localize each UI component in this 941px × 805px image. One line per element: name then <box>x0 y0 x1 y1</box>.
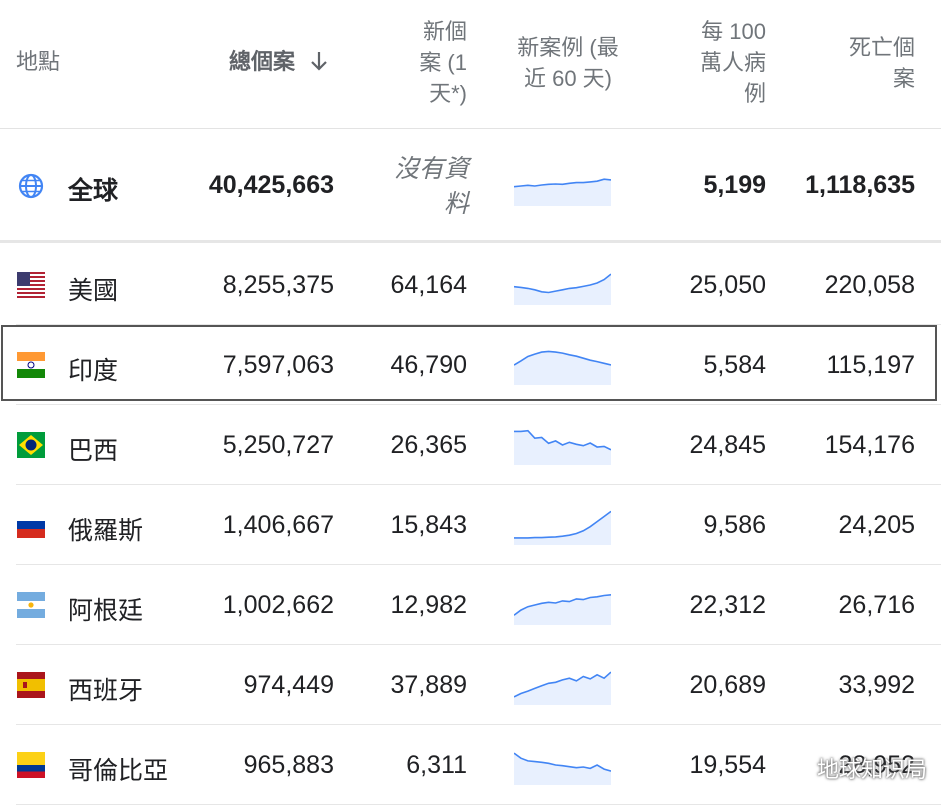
new-cases: 37,889 <box>390 671 467 699</box>
globe-icon <box>18 173 44 199</box>
cases-per-million: 19,554 <box>689 751 766 779</box>
spain-flag-icon <box>17 672 45 698</box>
colombia-flag-icon <box>17 752 45 778</box>
country-name: 巴西 <box>68 437 119 465</box>
global-sparkline <box>514 166 611 206</box>
header-location[interactable]: 地點 <box>16 46 60 77</box>
header-per-million[interactable]: 每 100 萬人病 例 <box>666 16 766 109</box>
trend-sparkline <box>514 665 611 705</box>
us-flag-icon <box>17 272 45 298</box>
country-name: 哥倫比亞 <box>68 757 169 785</box>
header-new-cases-line2: 案 (1 <box>419 50 467 75</box>
header-new-cases[interactable]: 新個 案 (1 天*) <box>387 16 467 109</box>
header-total-cases[interactable]: 總個案 <box>229 46 329 80</box>
russia-flag-icon <box>17 512 45 538</box>
header-deaths-line1: 死亡個 <box>848 35 915 60</box>
global-row-divider <box>0 240 941 243</box>
country-name: 俄羅斯 <box>68 517 144 545</box>
deaths: 154,176 <box>824 431 915 459</box>
header-per-million-line3: 例 <box>743 81 766 106</box>
trend-sparkline <box>514 265 611 305</box>
country-name: 美國 <box>68 277 119 305</box>
arrow-down-icon <box>309 49 329 80</box>
new-cases: 12,982 <box>390 591 467 619</box>
table-row[interactable] <box>0 325 941 405</box>
global-name: 全球 <box>68 177 119 205</box>
trend-sparkline <box>514 345 611 385</box>
header-total-cases-label: 總個案 <box>229 49 296 74</box>
deaths: 24,205 <box>838 511 915 539</box>
total-cases: 965,883 <box>243 751 334 779</box>
global-deaths: 1,118,635 <box>805 171 915 199</box>
country-name: 印度 <box>68 357 119 385</box>
brazil-flag-icon <box>17 432 45 458</box>
header-trend-line2: 近 60 天) <box>523 66 613 91</box>
cases-per-million: 24,845 <box>689 431 766 459</box>
covid-cases-table: 地點 總個案 新個 案 (1 天*) 新案例 (最 近 60 天) 每 100 … <box>0 0 941 805</box>
trend-sparkline <box>514 505 611 545</box>
header-deaths[interactable]: 死亡個 案 <box>815 32 915 94</box>
total-cases: 974,449 <box>243 671 334 699</box>
new-cases: 15,843 <box>390 511 467 539</box>
trend-sparkline <box>514 745 611 785</box>
cases-per-million: 9,586 <box>703 511 766 539</box>
deaths: 26,716 <box>838 591 915 619</box>
header-deaths-line2: 案 <box>892 66 915 91</box>
header-new-cases-line1: 新個 <box>422 19 467 44</box>
cases-per-million: 5,584 <box>703 351 766 379</box>
header-trend[interactable]: 新案例 (最 近 60 天) <box>508 32 628 94</box>
total-cases: 1,002,662 <box>222 591 334 619</box>
global-per-million: 5,199 <box>703 171 766 199</box>
new-cases: 46,790 <box>390 351 467 379</box>
deaths: 115,197 <box>826 351 915 379</box>
global-new-nodata-line1: 沒有資 <box>393 155 469 183</box>
watermark: 地球知识局 <box>816 757 927 782</box>
country-name: 西班牙 <box>68 677 144 705</box>
header-per-million-line2: 萬人病 <box>699 50 766 75</box>
cases-per-million: 25,050 <box>689 271 766 299</box>
deaths: 220,058 <box>824 271 915 299</box>
total-cases: 8,255,375 <box>222 271 334 299</box>
global-new-nodata: 沒有資 料 <box>369 152 469 222</box>
trend-sparkline <box>514 585 611 625</box>
trend-sparkline <box>514 425 611 465</box>
global-new-nodata-line2: 料 <box>443 190 469 218</box>
total-cases: 1,406,667 <box>222 511 334 539</box>
total-cases: 5,250,727 <box>222 431 334 459</box>
header-trend-line1: 新案例 (最 <box>517 35 619 60</box>
new-cases: 6,311 <box>406 751 467 779</box>
india-flag-icon <box>17 352 45 378</box>
table-header: 地點 總個案 新個 案 (1 天*) 新案例 (最 近 60 天) 每 100 … <box>0 0 941 129</box>
deaths: 33,992 <box>838 671 915 699</box>
new-cases: 26,365 <box>390 431 467 459</box>
argentina-flag-icon <box>17 592 45 618</box>
header-new-cases-line3: 天*) <box>429 81 467 106</box>
table-row[interactable] <box>0 245 941 325</box>
country-name: 阿根廷 <box>68 597 144 625</box>
cases-per-million: 20,689 <box>689 671 766 699</box>
global-row[interactable] <box>0 129 941 243</box>
cases-per-million: 22,312 <box>689 591 766 619</box>
header-per-million-line1: 每 100 <box>701 19 766 44</box>
table-row[interactable] <box>0 405 941 485</box>
total-cases: 7,597,063 <box>222 351 334 379</box>
new-cases: 64,164 <box>390 271 467 299</box>
global-total: 40,425,663 <box>208 171 334 199</box>
